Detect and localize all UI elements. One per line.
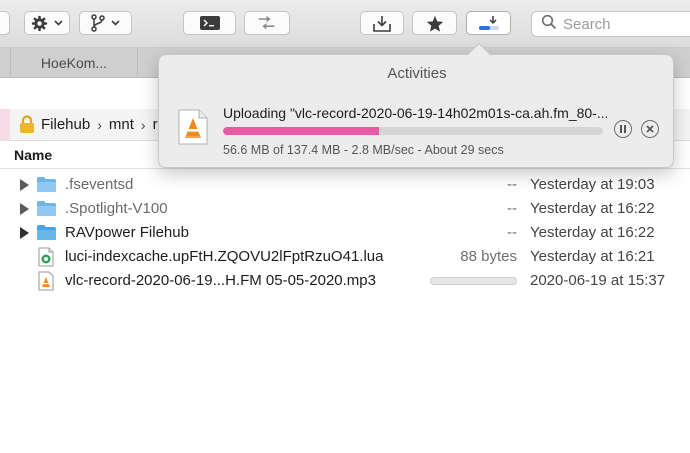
pause-icon xyxy=(619,120,627,138)
toolbar: Search xyxy=(0,0,690,48)
upload-status: 56.6 MB of 137.4 MB - 2.8 MB/sec - About… xyxy=(223,143,504,157)
path-bar-edge xyxy=(0,109,10,141)
file-date: Yesterday at 16:22 xyxy=(530,200,655,217)
activities-popover: Activities Uploading "vlc-record-2020-06… xyxy=(158,42,674,168)
terminal-icon xyxy=(199,16,220,30)
breadcrumb-filehub[interactable]: Filehub xyxy=(41,116,90,133)
toolbar-left-edge-button[interactable] xyxy=(0,11,10,35)
pause-button[interactable] xyxy=(614,120,632,138)
lua-file-icon xyxy=(38,247,54,271)
transfer-icon xyxy=(257,16,277,30)
file-date: 2020-06-19 at 15:37 xyxy=(530,272,666,289)
download-button[interactable] xyxy=(360,11,404,35)
disclosure-triangle-icon[interactable] xyxy=(20,179,29,191)
folder-icon xyxy=(36,200,57,221)
name-column-header[interactable]: Name xyxy=(14,147,52,163)
file-name: .fseventsd xyxy=(65,176,134,193)
table-row[interactable]: .fseventsd -- Yesterday at 19:03 xyxy=(0,173,690,197)
search-icon xyxy=(541,14,557,35)
download-tray-icon xyxy=(373,15,391,32)
lock-icon xyxy=(19,115,35,134)
file-size: -- xyxy=(507,224,517,241)
terminal-button[interactable] xyxy=(183,11,236,35)
branch-icon xyxy=(91,14,105,32)
upload-progress-fill xyxy=(223,127,379,135)
file-name: vlc-record-2020-06-19...H.FM 05-05-2020.… xyxy=(65,272,376,289)
table-row[interactable]: luci-indexcache.upFtH.ZQOVU2lFptRzuO41.l… xyxy=(0,245,690,269)
popover-title: Activities xyxy=(387,65,447,82)
search-field[interactable]: Search xyxy=(531,11,690,37)
chevron-down-icon xyxy=(54,20,63,26)
cancel-icon xyxy=(646,120,654,138)
table-row[interactable]: vlc-record-2020-06-19...H.FM 05-05-2020.… xyxy=(0,269,690,293)
chevron-down-icon xyxy=(111,20,120,26)
vlc-file-icon xyxy=(178,109,208,150)
version-control-button[interactable] xyxy=(79,11,132,35)
table-row[interactable]: .Spotlight-V100 -- Yesterday at 16:22 xyxy=(0,197,690,221)
folder-icon xyxy=(36,224,57,245)
file-date: Yesterday at 16:22 xyxy=(530,224,655,241)
search-placeholder: Search xyxy=(563,15,611,33)
file-size: -- xyxy=(507,200,517,217)
star-icon xyxy=(426,15,444,32)
file-date: Yesterday at 19:03 xyxy=(530,176,655,193)
breadcrumb-mnt[interactable]: mnt xyxy=(109,116,134,133)
file-name: RAVpower Filehub xyxy=(65,224,189,241)
upload-title: Uploading "vlc-record-2020-06-19-14h02m0… xyxy=(223,105,607,121)
activities-icon xyxy=(477,15,501,32)
table-row[interactable]: RAVpower Filehub -- Yesterday at 16:22 xyxy=(0,221,690,245)
tab-label: HoeKom... xyxy=(40,55,108,71)
transfer-button[interactable] xyxy=(244,11,290,35)
activities-button[interactable] xyxy=(466,11,511,35)
file-browser-window: Search HoeKom... Filehub › mnt › r Name … xyxy=(0,0,690,453)
breadcrumb-chevron-icon: › xyxy=(140,116,146,133)
folder-icon xyxy=(36,176,57,197)
file-size: 88 bytes xyxy=(460,248,517,265)
gear-icon xyxy=(31,15,48,32)
breadcrumb-next[interactable]: r xyxy=(153,116,158,133)
disclosure-triangle-icon[interactable] xyxy=(20,227,29,239)
tab-hoekom[interactable]: HoeKom... xyxy=(10,48,138,78)
file-date: Yesterday at 16:21 xyxy=(530,248,655,265)
cancel-button[interactable] xyxy=(641,120,659,138)
file-transfer-progress xyxy=(430,277,517,285)
file-name: .Spotlight-V100 xyxy=(65,200,168,217)
file-size: -- xyxy=(507,176,517,193)
breadcrumb-chevron-icon: › xyxy=(97,116,102,133)
vlc-file-icon xyxy=(38,271,54,295)
upload-progress-bar xyxy=(223,127,603,135)
action-menu-button[interactable] xyxy=(24,11,70,35)
bookmarks-button[interactable] xyxy=(412,11,457,35)
disclosure-triangle-icon[interactable] xyxy=(20,203,29,215)
file-name: luci-indexcache.upFtH.ZQOVU2lFptRzuO41.l… xyxy=(65,248,384,265)
